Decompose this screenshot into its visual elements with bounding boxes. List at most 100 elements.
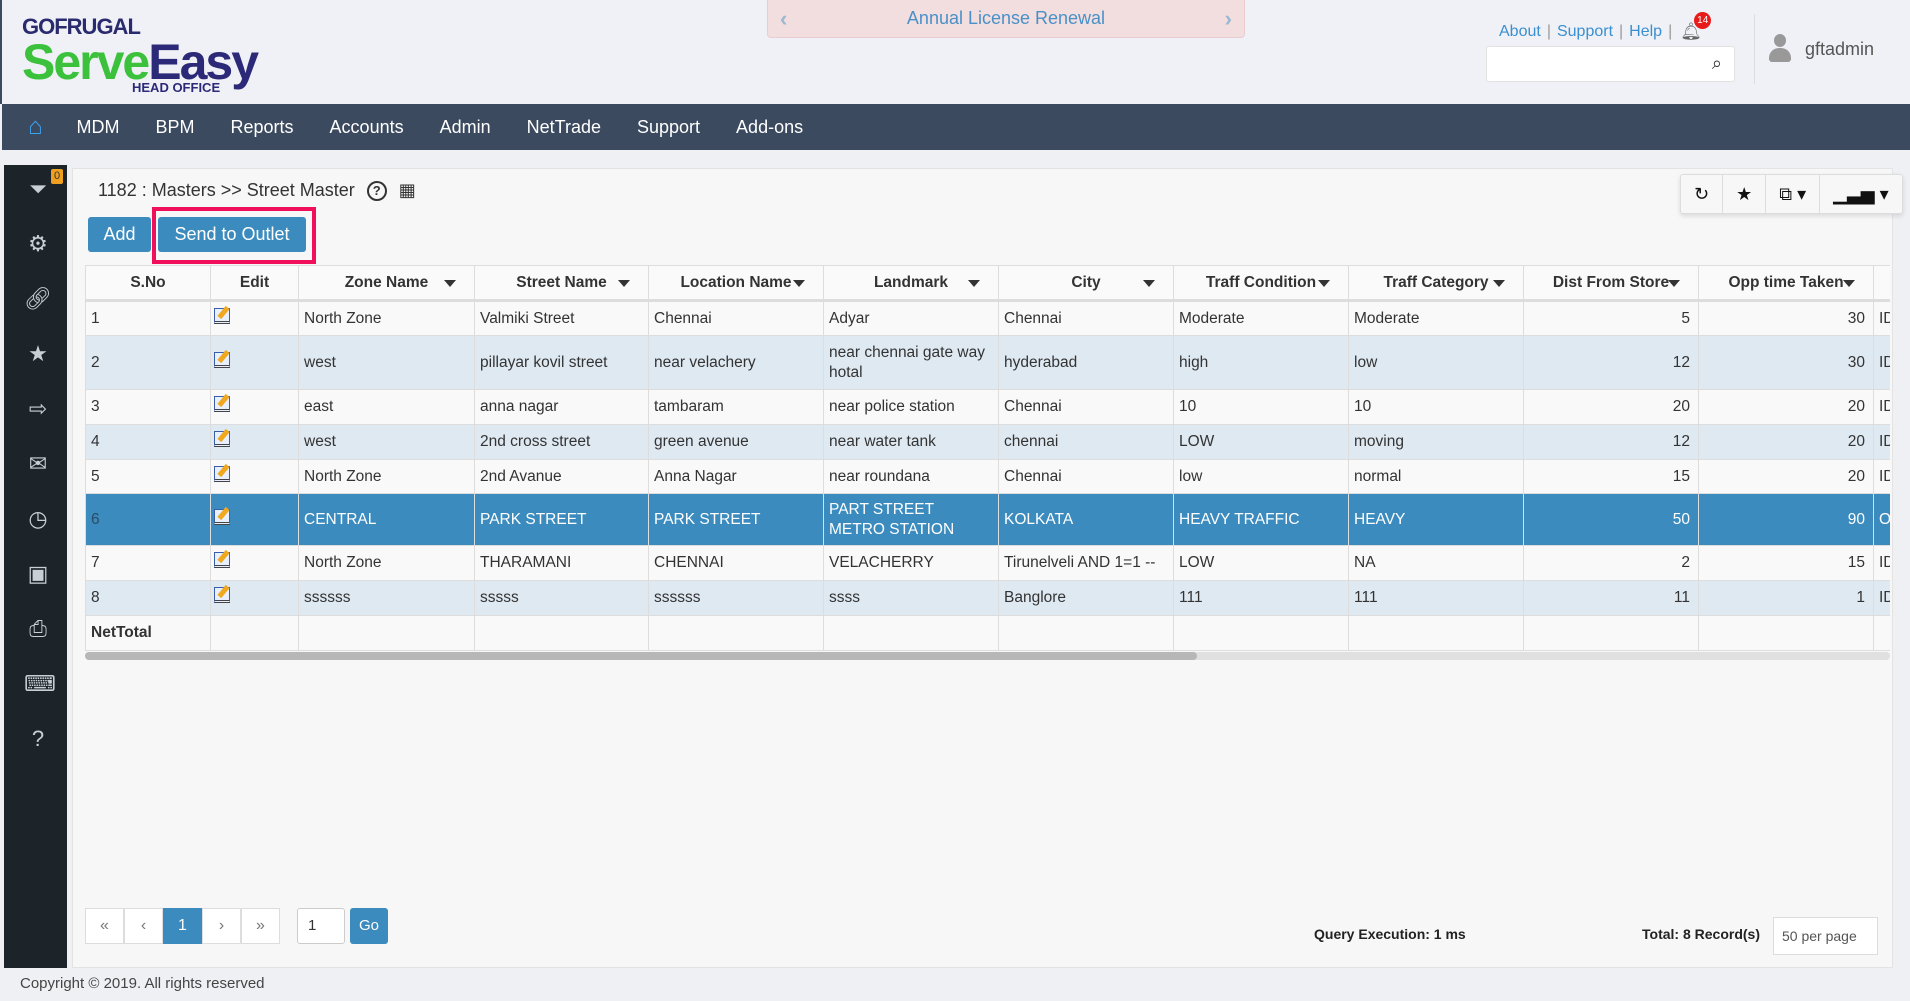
column-header[interactable]: Opp time Taken bbox=[1698, 265, 1874, 302]
chart-dropdown-icon[interactable]: ▁▃▅ ▾ bbox=[1820, 175, 1902, 213]
nav-bpm[interactable]: BPM bbox=[156, 117, 195, 138]
first-page-button[interactable]: « bbox=[85, 908, 124, 944]
table-row[interactable]: 1 North Zone Valmiki Street Chennai Adyar Che… bbox=[85, 300, 1890, 336]
column-header[interactable]: Landmark bbox=[823, 265, 999, 302]
column-filter-icon[interactable] bbox=[1668, 280, 1680, 287]
edit-icon[interactable] bbox=[214, 431, 230, 447]
logo[interactable]: GOFRUGAL ServeEasy HEAD OFFICE bbox=[22, 14, 259, 95]
nav-accounts[interactable]: Accounts bbox=[330, 117, 404, 138]
column-filter-icon[interactable] bbox=[444, 280, 456, 287]
table-cell: 3 bbox=[85, 389, 211, 425]
table-row[interactable]: 4 west 2nd cross street green avenue near wa… bbox=[85, 424, 1890, 460]
help-icon[interactable]: ? bbox=[24, 725, 52, 753]
next-page-button[interactable]: › bbox=[202, 908, 241, 944]
edit-icon[interactable] bbox=[214, 396, 230, 412]
table-row[interactable]: 6 CENTRAL PARK STREET PARK STREET PART STREE… bbox=[85, 493, 1890, 546]
nav-mdm[interactable]: MDM bbox=[77, 117, 120, 138]
last-page-button[interactable]: » bbox=[241, 908, 280, 944]
column-filter-icon[interactable] bbox=[618, 280, 630, 287]
link-icon[interactable]: 🔗︎ bbox=[24, 285, 52, 313]
gear-icon[interactable]: ⚙ bbox=[24, 230, 52, 258]
per-page-select[interactable]: 50 per page bbox=[1773, 917, 1878, 955]
mail-icon[interactable]: ✉ bbox=[24, 450, 52, 478]
calendar-icon[interactable]: ▣ bbox=[24, 560, 52, 588]
nav-admin[interactable]: Admin bbox=[440, 117, 491, 138]
column-filter-icon[interactable] bbox=[793, 280, 805, 287]
column-header[interactable]: S.No bbox=[85, 265, 211, 302]
edit-icon[interactable] bbox=[214, 351, 230, 368]
table-cell: green avenue bbox=[648, 424, 824, 460]
column-filter-icon[interactable] bbox=[1843, 280, 1855, 287]
column-header[interactable]: Street Name bbox=[474, 265, 649, 302]
edit-icon[interactable] bbox=[214, 552, 230, 568]
banner-prev-icon[interactable]: ‹ bbox=[780, 6, 787, 32]
column-header[interactable]: Traff Category bbox=[1348, 265, 1524, 302]
column-header[interactable]: City bbox=[998, 265, 1174, 302]
nav-addons[interactable]: Add-ons bbox=[736, 117, 803, 138]
horizontal-scrollbar[interactable] bbox=[85, 652, 1890, 660]
prev-page-button[interactable]: ‹ bbox=[124, 908, 163, 944]
column-filter-icon[interactable] bbox=[1493, 280, 1505, 287]
table-cell: Adyar bbox=[823, 300, 999, 336]
table-row[interactable]: 8 ssssss sssss ssssss ssss Banglore 111 111 11 1 I… bbox=[85, 580, 1890, 616]
column-header-label: Landmark bbox=[873, 273, 949, 291]
table-row[interactable]: 5 North Zone 2nd Avanue Anna Nagar near roun… bbox=[85, 459, 1890, 494]
bell-icon[interactable]: 🔔︎ 14 bbox=[1680, 12, 1712, 42]
table-cell: ID bbox=[1873, 300, 1890, 336]
table-cell: 10 bbox=[1348, 389, 1524, 425]
clock-icon[interactable]: ◷ bbox=[24, 505, 52, 533]
edit-icon[interactable] bbox=[214, 465, 230, 482]
table-row[interactable]: 7 North Zone THARAMANI CHENNAI VELACHERRY Tir… bbox=[85, 545, 1890, 581]
keyboard-icon[interactable]: ⌨ bbox=[24, 670, 56, 698]
search-icon[interactable]: ⌕ bbox=[1712, 53, 1722, 74]
support-link[interactable]: Support bbox=[1557, 23, 1613, 41]
table-cell: ssssss bbox=[648, 580, 824, 616]
print-icon[interactable]: ⎙ bbox=[24, 615, 52, 643]
column-header[interactable] bbox=[1873, 265, 1890, 302]
table-cell: sssss bbox=[474, 580, 649, 616]
table-row[interactable]: 2 west pillayar kovil street near velachery… bbox=[85, 335, 1890, 390]
search-input[interactable]: ⌕ bbox=[1486, 46, 1735, 82]
page-number-input[interactable]: 1 bbox=[297, 908, 345, 944]
edit-icon[interactable] bbox=[214, 307, 230, 324]
scrollbar-thumb[interactable] bbox=[85, 652, 1197, 660]
refresh-icon[interactable]: ↻ bbox=[1681, 175, 1724, 213]
edit-icon[interactable] bbox=[214, 508, 230, 525]
column-header[interactable]: Location Name bbox=[648, 265, 824, 302]
column-filter-icon[interactable] bbox=[968, 280, 980, 287]
table-cell: ssss bbox=[823, 580, 999, 616]
nav-support[interactable]: Support bbox=[637, 117, 700, 138]
column-filter-icon[interactable] bbox=[1143, 280, 1155, 287]
nav-reports[interactable]: Reports bbox=[231, 117, 294, 138]
page-1-button[interactable]: 1 bbox=[163, 908, 202, 944]
table-cell: 4 bbox=[85, 424, 211, 460]
edit-icon[interactable] bbox=[214, 587, 230, 603]
banner-text[interactable]: Annual License Renewal bbox=[907, 8, 1105, 29]
nav-nettrade[interactable]: NetTrade bbox=[527, 117, 601, 138]
column-header[interactable]: Traff Condition bbox=[1173, 265, 1349, 302]
home-icon[interactable]: ⌂ bbox=[28, 113, 43, 141]
column-header-label: Traff Category bbox=[1383, 273, 1489, 291]
about-link[interactable]: About bbox=[1499, 23, 1541, 41]
star-icon[interactable]: ★ bbox=[24, 340, 52, 368]
table-cell: 2nd cross street bbox=[474, 424, 649, 460]
table-cell: ID bbox=[1873, 424, 1890, 460]
user-menu[interactable]: gftadmin bbox=[1754, 14, 1874, 84]
filter-icon[interactable]: ⏷ 0 bbox=[24, 169, 64, 203]
table-row[interactable]: 3 east anna nagar tambaram near police stati… bbox=[85, 389, 1890, 425]
table-cell: CENTRAL bbox=[298, 493, 475, 546]
add-button[interactable]: Add bbox=[88, 217, 151, 252]
banner-next-icon[interactable]: › bbox=[1225, 6, 1232, 32]
table-cell: 50 bbox=[1523, 493, 1699, 546]
go-button[interactable]: Go bbox=[350, 908, 388, 944]
column-filter-icon[interactable] bbox=[1318, 280, 1330, 287]
column-header[interactable]: Zone Name bbox=[298, 265, 475, 302]
help-link[interactable]: Help bbox=[1629, 23, 1662, 41]
grid-layout-icon[interactable]: ▦ bbox=[399, 180, 416, 201]
share-screen-icon[interactable]: ⇨ bbox=[24, 395, 52, 423]
column-header[interactable]: Dist From Store bbox=[1523, 265, 1699, 302]
favorite-star-icon[interactable]: ★ bbox=[1723, 175, 1767, 213]
column-header[interactable]: Edit bbox=[210, 265, 299, 302]
hierarchy-dropdown-icon[interactable]: ⧉ ▾ bbox=[1766, 175, 1821, 213]
help-circle-icon[interactable]: ? bbox=[366, 180, 387, 201]
